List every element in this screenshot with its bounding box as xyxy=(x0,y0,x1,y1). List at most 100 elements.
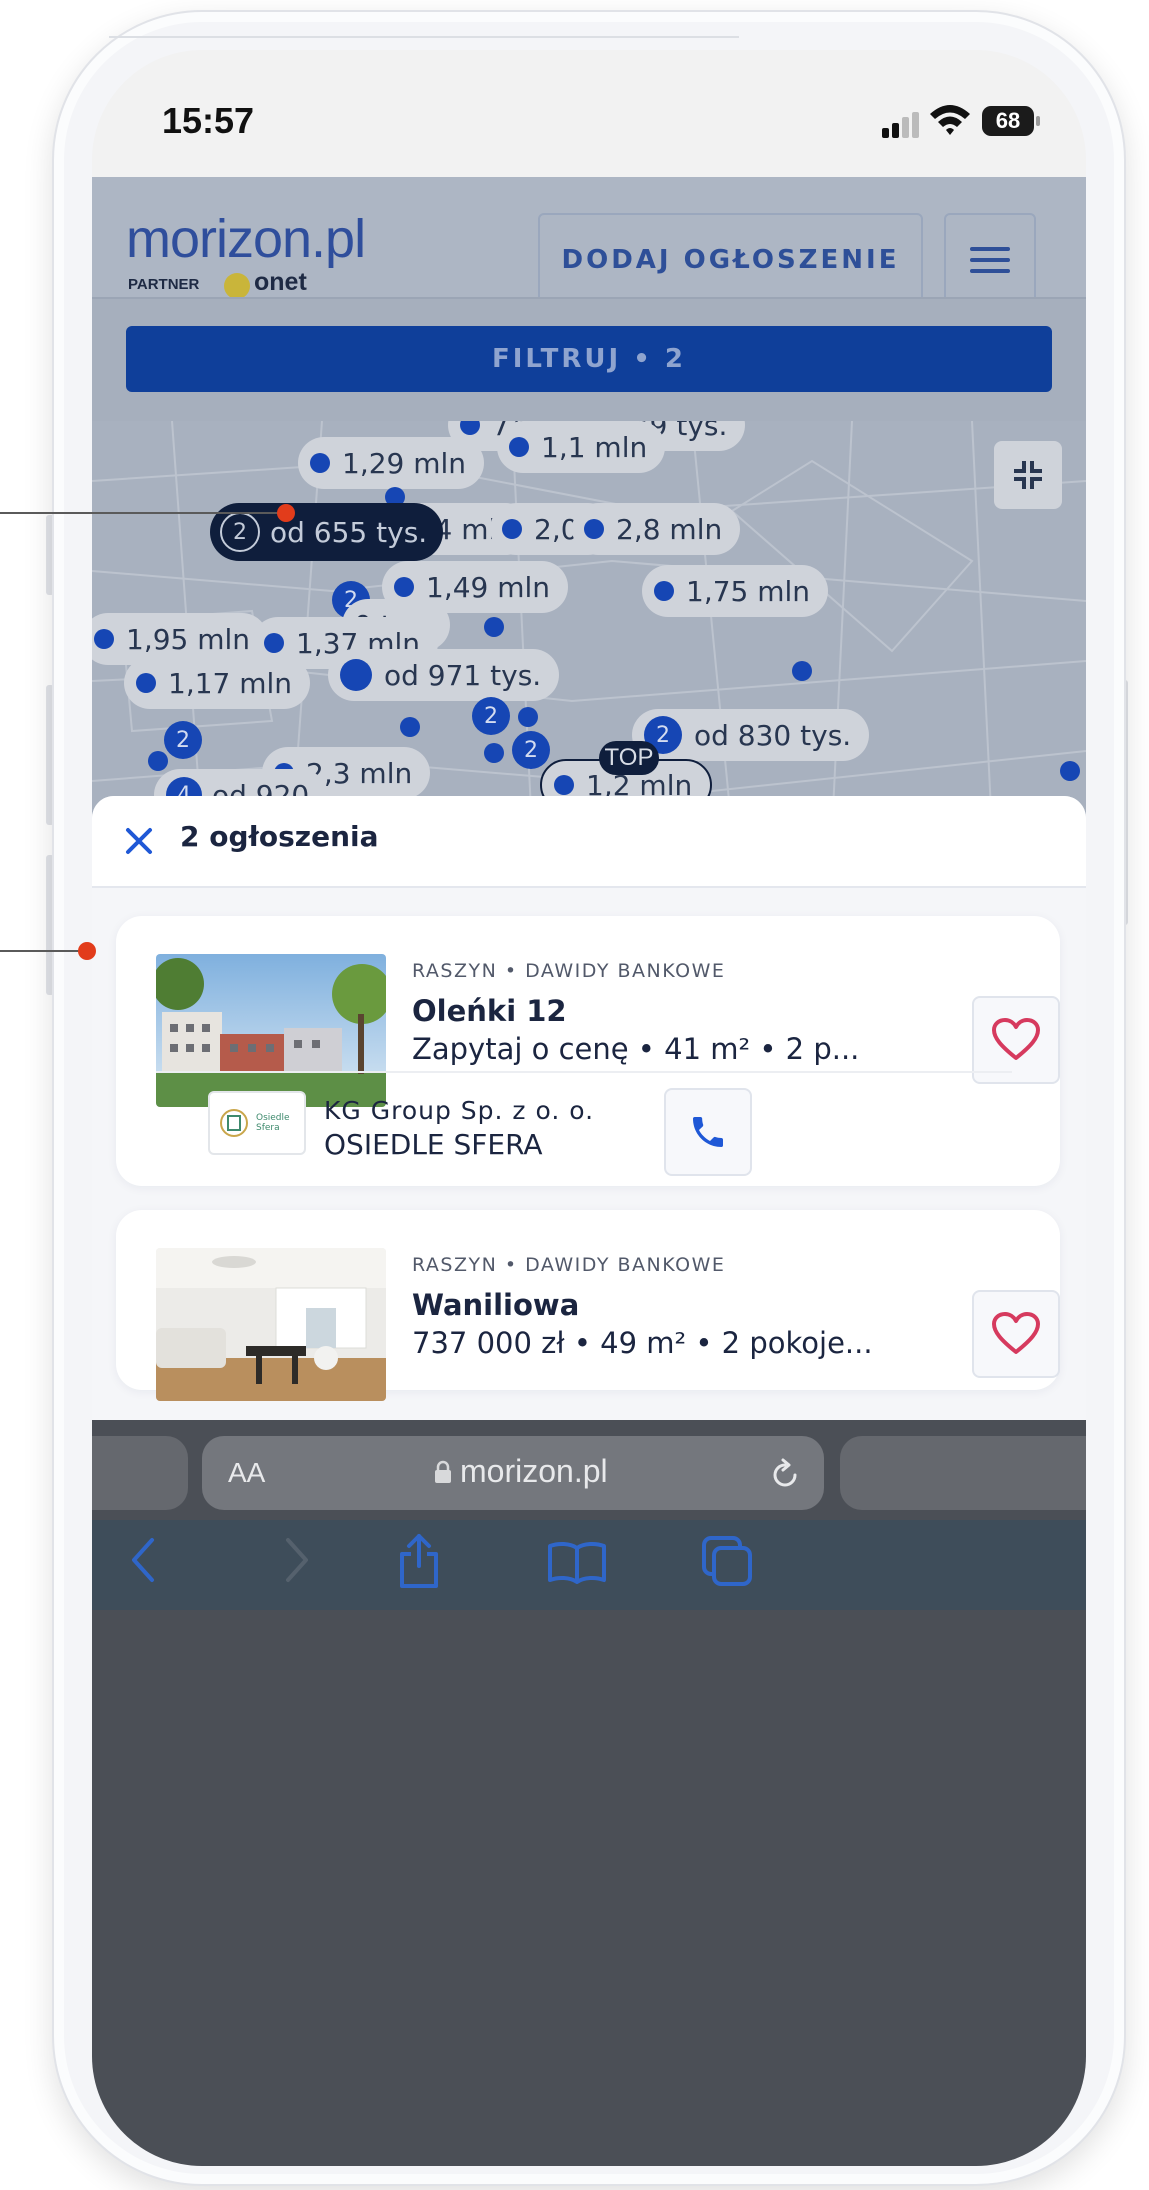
cluster-count: 2 xyxy=(656,722,670,748)
next-tab-preview[interactable] xyxy=(840,1436,1086,1510)
close-sheet-button[interactable] xyxy=(114,816,164,866)
map-view[interactable]: 74 949 tys. 1,1 mln 1,29 mln 1,34 mln 2,… xyxy=(92,421,1086,831)
map-price-pill[interactable]: 1,1 mln xyxy=(497,421,666,473)
cluster-bubble-icon xyxy=(340,659,372,691)
previous-tab-preview[interactable] xyxy=(92,1436,188,1510)
site-logo[interactable]: morizon.pl xyxy=(126,208,366,270)
annotation-dot xyxy=(78,942,96,960)
battery-level: 68 xyxy=(982,106,1034,136)
listing-meta: 737 000 zł • 49 m² • 2 pokoje... xyxy=(412,1326,873,1360)
map-price-pill[interactable]: 2 od 830 tys. xyxy=(632,709,870,761)
phone-icon xyxy=(693,1117,723,1147)
map-marker[interactable] xyxy=(484,617,504,637)
partner-label: PARTNER xyxy=(128,276,200,293)
map-marker[interactable] xyxy=(792,661,812,681)
listing-image xyxy=(156,954,386,1107)
map-marker[interactable] xyxy=(148,751,168,771)
battery-icon xyxy=(1036,116,1040,126)
lock-icon xyxy=(435,1460,451,1483)
add-listing-button[interactable]: DODAJ OGŁOSZENIE xyxy=(538,213,923,307)
listing-image xyxy=(156,1248,386,1401)
listing-name[interactable]: Waniliowa xyxy=(412,1288,579,1322)
sheet-title: 2 ogłoszenia xyxy=(180,820,379,853)
listing-location: RASZYN • DAWIDY BANKOWE xyxy=(412,960,726,982)
favorite-button[interactable] xyxy=(972,1290,1060,1378)
cluster-count: 2 xyxy=(176,727,190,753)
listing-photo[interactable] xyxy=(156,954,386,1107)
marker-dot xyxy=(310,453,330,473)
marker-dot xyxy=(394,577,414,597)
forward-icon[interactable] xyxy=(278,1532,318,1588)
collapse-map-button[interactable] xyxy=(994,441,1062,509)
menu-button[interactable] xyxy=(944,213,1036,307)
map-cluster-bubble[interactable]: 2 xyxy=(472,697,510,735)
developer-logo-text: Osiedle Sfera xyxy=(256,1113,290,1133)
pill-label: 1,1 mln xyxy=(541,430,648,464)
developer-logo[interactable]: Osiedle Sfera xyxy=(208,1091,306,1155)
marker-dot xyxy=(584,519,604,539)
listing-location: RASZYN • DAWIDY BANKOWE xyxy=(412,1254,726,1276)
bookmarks-icon[interactable] xyxy=(546,1540,608,1584)
pill-label: od 830 tys. xyxy=(694,718,852,752)
back-icon[interactable] xyxy=(122,1532,162,1588)
map-marker[interactable] xyxy=(484,743,504,763)
listing-name[interactable]: Oleńki 12 xyxy=(412,994,567,1028)
url-text[interactable]: morizon.pl xyxy=(460,1453,608,1490)
map-price-pill[interactable]: 1,29 mln xyxy=(298,437,485,489)
map-cluster-bubble[interactable]: 2 xyxy=(512,731,550,769)
cluster-count: 2 xyxy=(524,737,538,763)
wifi-icon xyxy=(930,105,970,135)
annotation-line xyxy=(0,950,86,952)
signal-icon xyxy=(882,112,919,138)
marker-dot xyxy=(509,437,529,457)
annotation-line xyxy=(0,512,287,514)
call-button[interactable] xyxy=(664,1088,752,1176)
close-icon xyxy=(126,828,152,854)
pill-label: od 971 tys. xyxy=(384,658,542,692)
status-time: 15:57 xyxy=(162,100,255,141)
developer-project[interactable]: OSIEDLE SFERA xyxy=(324,1128,543,1161)
text-size-button[interactable]: AA xyxy=(228,1457,265,1489)
developer-logo-icon xyxy=(220,1109,248,1137)
pill-label: 1,29 mln xyxy=(342,446,467,480)
pill-label: 1,95 mln xyxy=(126,622,251,656)
listing-meta: Zapytaj o cenę • 41 m² • 2 p... xyxy=(412,1032,860,1066)
share-icon[interactable] xyxy=(396,1532,442,1590)
marker-dot xyxy=(554,775,574,795)
marker-dot xyxy=(94,629,114,649)
map-marker[interactable] xyxy=(518,707,538,727)
marker-dot xyxy=(460,421,480,435)
map-price-pill[interactable]: 2,8 mln xyxy=(572,503,741,555)
pill-label: 1,17 mln xyxy=(168,666,293,700)
map-price-pill[interactable]: od 971 tys. xyxy=(328,649,560,701)
pill-label: 2,8 mln xyxy=(616,512,723,546)
hamburger-icon xyxy=(970,247,1010,273)
marker-dot xyxy=(136,673,156,693)
heart-icon xyxy=(992,1018,1040,1060)
marker-dot xyxy=(264,633,284,653)
map-marker[interactable] xyxy=(400,717,420,737)
top-badge: TOP xyxy=(599,741,659,775)
listing-card[interactable]: RASZYN • DAWIDY BANKOWE Waniliowa 737 00… xyxy=(116,1210,1060,1401)
onet-logo-icon xyxy=(224,273,250,299)
developer-name: KG Group Sp. z o. o. xyxy=(324,1096,595,1125)
map-cluster-bubble[interactable]: 2 xyxy=(164,721,202,759)
annotation-dot xyxy=(277,504,295,522)
map-price-pill[interactable]: 1,75 mln xyxy=(642,565,829,617)
card-divider xyxy=(156,1071,1012,1073)
listing-photo[interactable] xyxy=(156,1248,386,1401)
marker-dot xyxy=(654,581,674,601)
map-price-pill[interactable]: 1,17 mln xyxy=(124,657,311,709)
cluster-count: 2 xyxy=(484,703,498,729)
tabs-icon[interactable] xyxy=(700,1534,756,1590)
map-marker[interactable] xyxy=(1060,761,1080,781)
filter-button[interactable]: FILTRUJ • 2 xyxy=(126,326,1052,392)
reload-icon[interactable] xyxy=(768,1458,802,1492)
marker-label: od 655 tys. xyxy=(270,515,428,549)
marker-count: 2 xyxy=(220,512,260,552)
marker-dot xyxy=(502,519,522,539)
pill-label: 1,75 mln xyxy=(686,574,811,608)
phone-screen: 15:57 68 morizon.pl PARTNER onet DODAJ O… xyxy=(92,50,1086,2166)
collapse-icon xyxy=(1014,461,1042,489)
heart-icon xyxy=(992,1312,1040,1354)
